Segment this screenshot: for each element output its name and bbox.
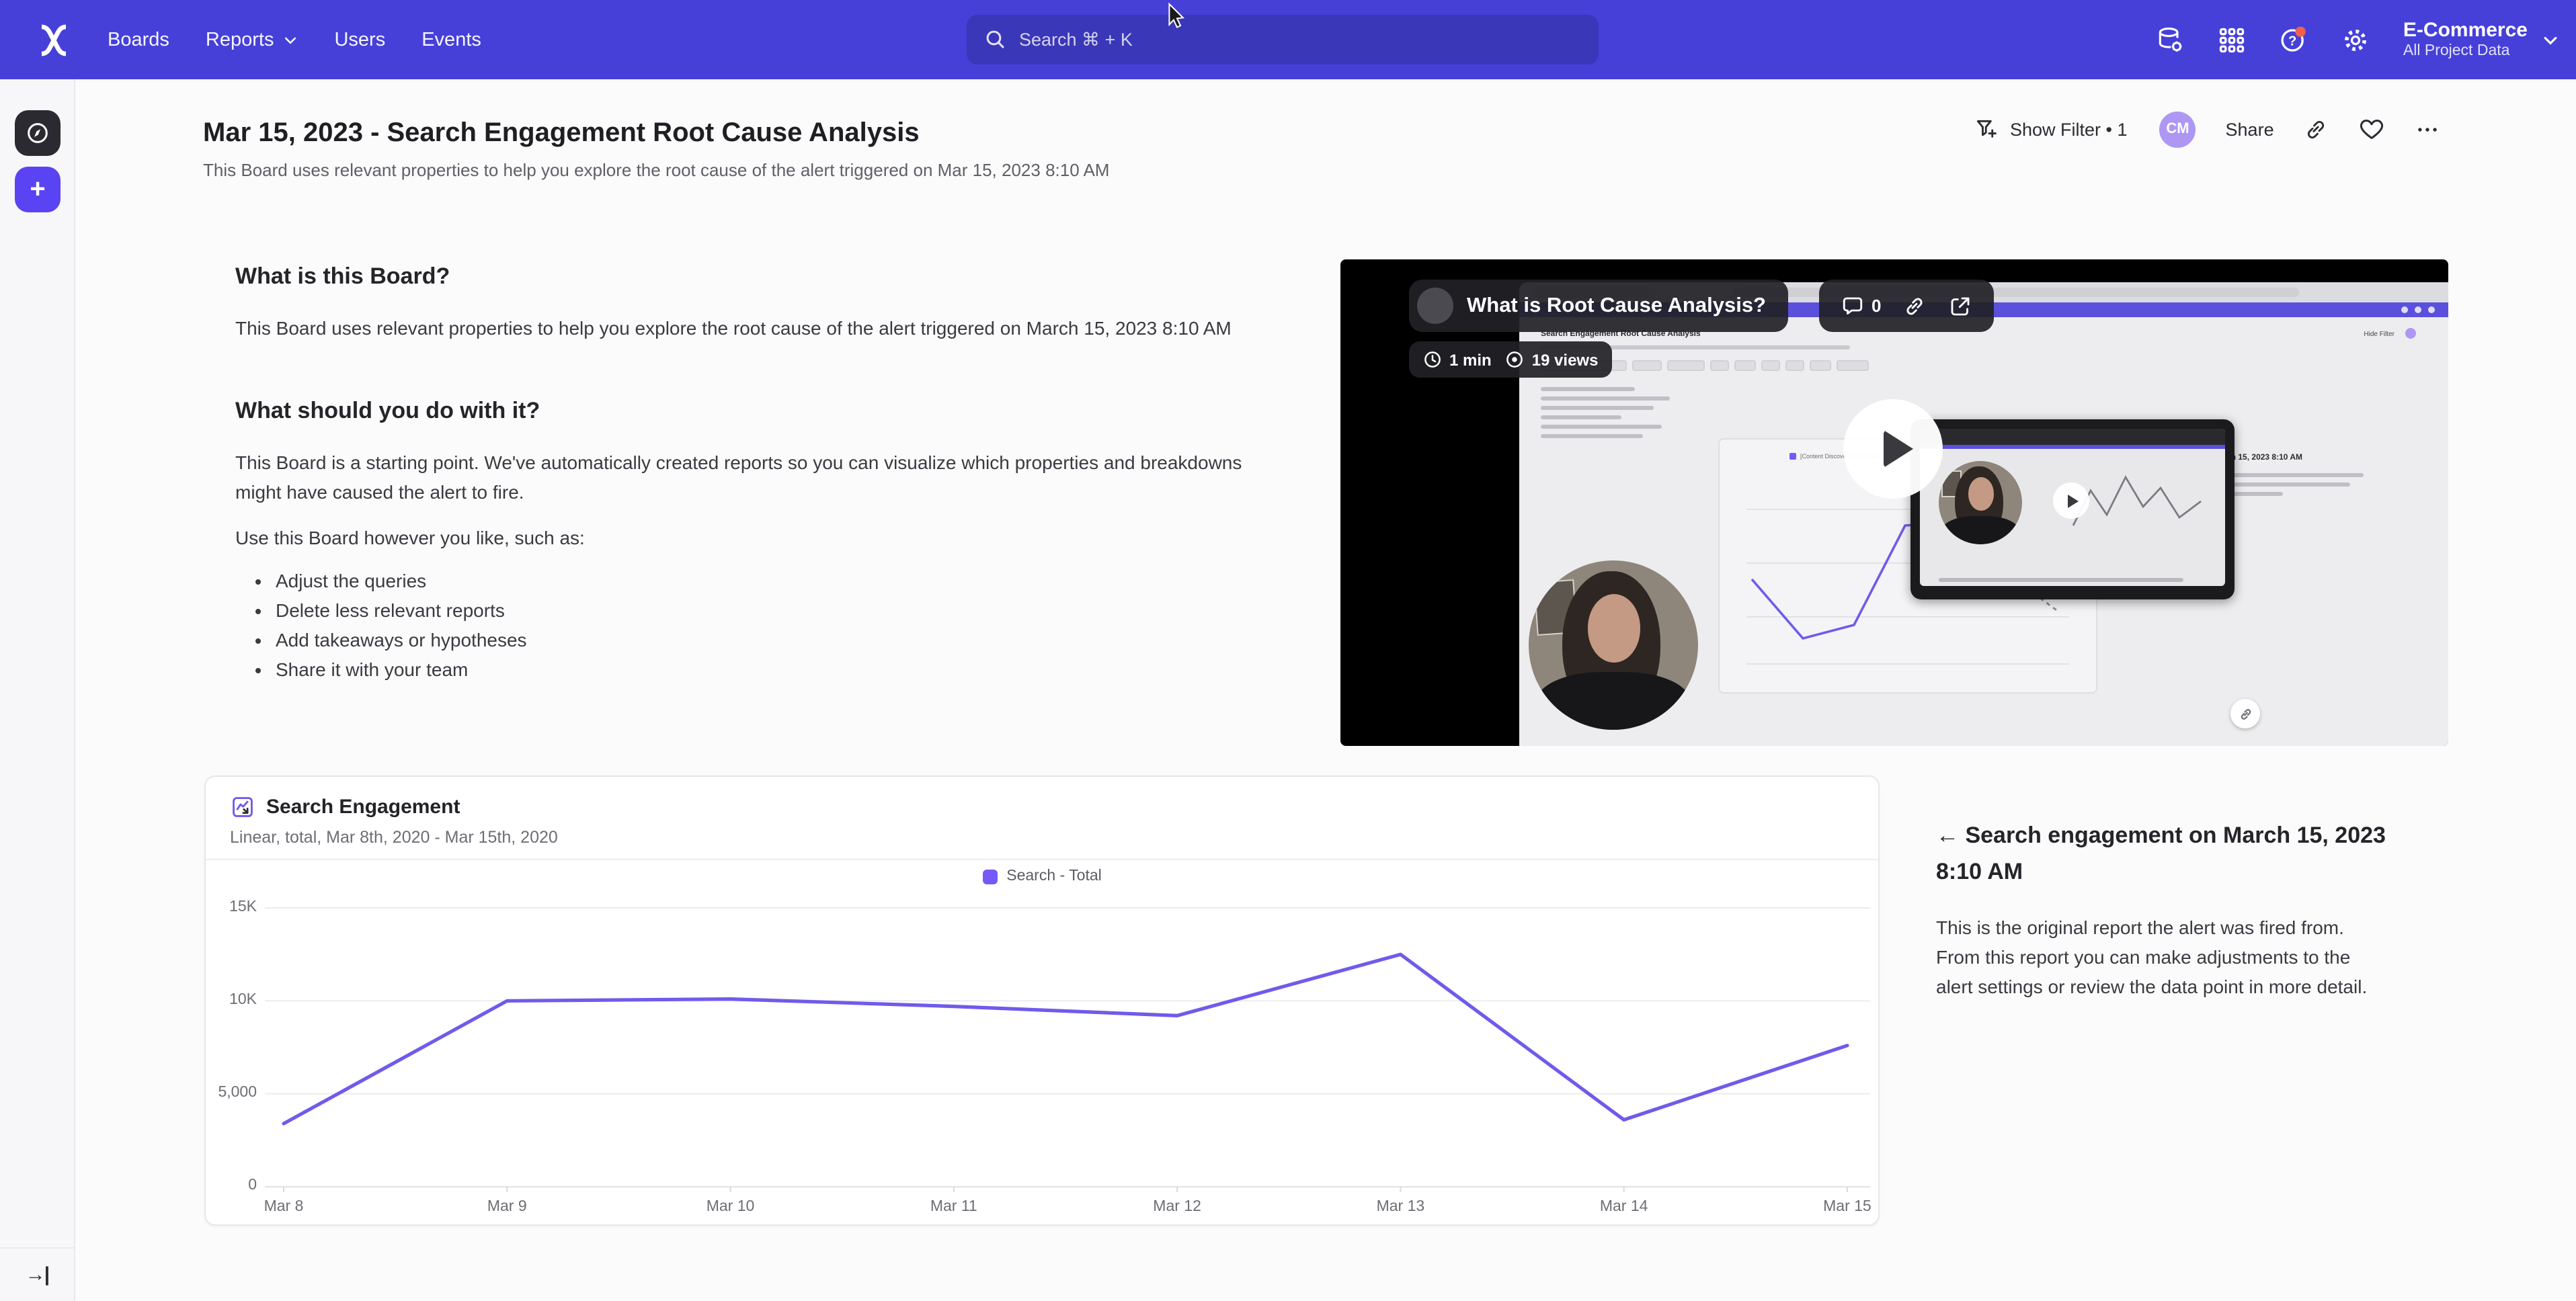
video-title-bar: What is Root Cause Analysis? (1409, 280, 1787, 332)
add-button[interactable]: + (15, 167, 61, 212)
board-actions: Show Filter • 1 CM Share (1974, 110, 2441, 148)
video-link-button[interactable] (1902, 294, 1927, 318)
bullet-item: Adjust the queries (276, 566, 1244, 595)
y-tick-label: 15K (206, 898, 257, 915)
nav-item-boards[interactable]: Boards (108, 29, 169, 50)
x-tick-label: Mar 13 (1346, 1199, 1454, 1215)
report-subtitle: Linear, total, Mar 8th, 2020 - Mar 15th,… (230, 828, 558, 847)
page-title: Mar 15, 2023 - Search Engagement Root Ca… (203, 118, 920, 149)
bullet-item: Share it with your team (276, 655, 1244, 684)
bullet-item: Delete less relevant reports (276, 595, 1244, 625)
data-management-icon[interactable] (2156, 25, 2185, 54)
compass-icon (24, 120, 51, 146)
nav-item-reports[interactable]: Reports (206, 29, 298, 50)
help-icon[interactable]: ? (2280, 25, 2309, 54)
settings-gear-icon[interactable] (2341, 25, 2371, 54)
plus-icon: + (30, 174, 45, 205)
section-body: This Board is a starting point. We've au… (235, 448, 1244, 507)
y-tick-label: 5,000 (206, 1085, 257, 1101)
x-tick-label: Mar 11 (900, 1199, 1008, 1215)
report-title[interactable]: Search Engagement (266, 796, 460, 819)
presenter-webcam (1529, 560, 1698, 730)
comment-count: 0 (1871, 296, 1881, 316)
nav-items: Boards Reports Users Events (108, 0, 481, 79)
svg-text:?: ? (2289, 33, 2297, 48)
x-tick-label: Mar 8 (230, 1199, 337, 1215)
video-player[interactable]: Search Engagement Root Cause Analysis Hi… (1340, 259, 2448, 746)
project-name: E-Commerce (2403, 19, 2528, 42)
video-duration: 1 min (1449, 350, 1492, 369)
video-views: 19 views (1532, 350, 1599, 369)
y-tick-label: 10K (206, 991, 257, 1007)
chevron-down-icon (282, 32, 298, 48)
y-tick-label: 0 (206, 1177, 257, 1193)
chevron-down-icon (2541, 30, 2560, 49)
legend-swatch (982, 869, 997, 884)
nav-right: ? E-Commerce All Project Data (2156, 0, 2560, 79)
x-tick-label: Mar 14 (1570, 1199, 1678, 1215)
x-tick-label: Mar 9 (453, 1199, 561, 1215)
thumb-hide-filter: Hide Filter (2364, 331, 2394, 339)
filter-plus-icon (1974, 116, 1999, 142)
board-nav-button[interactable] (15, 110, 61, 156)
section-body: This Board uses relevant properties to h… (235, 313, 1244, 343)
left-sidebar: + →| (0, 79, 75, 1301)
nav-item-events[interactable]: Events (421, 29, 481, 50)
video-avatar (1417, 288, 1453, 324)
app-root: Boards Reports Users Events Search ⌘ + K (0, 0, 2576, 1301)
project-scope: All Project Data (2403, 42, 2528, 60)
avatar[interactable]: CM (2160, 111, 2196, 147)
show-filter-button[interactable]: Show Filter • 1 (1974, 116, 2128, 142)
search-icon (984, 28, 1007, 51)
views-badge: 19 views (1505, 349, 1599, 370)
top-nav: Boards Reports Users Events Search ⌘ + K (0, 0, 2576, 79)
video-open-external-button[interactable] (1948, 294, 1972, 318)
x-tick-label: Mar 12 (1123, 1199, 1231, 1215)
show-filter-label: Show Filter • 1 (2010, 119, 2128, 139)
chart-legend[interactable]: Search - Total (206, 868, 1878, 884)
mixpanel-logo-icon[interactable] (35, 22, 73, 59)
board-description: What is this Board? This Board uses rele… (235, 263, 1244, 684)
section-title: What is this Board? (235, 263, 1244, 290)
alert-context-note: ← Search engagement on March 15, 2023 8:… (1936, 817, 2388, 1001)
mouse-cursor (1167, 3, 1190, 28)
expand-arrow-icon: →| (26, 1263, 48, 1286)
x-tick-label: Mar 10 (677, 1199, 784, 1215)
video-toolbar: 0 (1819, 280, 1994, 332)
copy-link-button[interactable] (2304, 116, 2329, 142)
video-comments-button[interactable]: 0 (1841, 294, 1881, 318)
nav-item-users[interactable]: Users (334, 29, 385, 50)
legend-label: Search - Total (1006, 868, 1102, 884)
pip-play-icon (2053, 482, 2089, 519)
apps-grid-icon[interactable] (2218, 25, 2247, 54)
aside-body: This is the original report the alert wa… (1936, 913, 2388, 1001)
share-button[interactable]: Share (2226, 119, 2274, 139)
bullet-list: Adjust the queriesDelete less relevant r… (235, 566, 1244, 684)
thumb-link-button (2230, 699, 2260, 728)
search-input[interactable]: Search ⌘ + K (967, 15, 1599, 65)
video-meta-bar: 1 min 19 views (1409, 341, 1611, 378)
project-selector[interactable]: E-Commerce All Project Data (2403, 19, 2560, 60)
search-placeholder: Search ⌘ + K (1019, 29, 1133, 50)
bullet-item: Add takeaways or hypotheses (276, 625, 1244, 655)
aside-heading: ← Search engagement on March 15, 2023 8:… (1936, 817, 2388, 890)
section-title: What should you do with it? (235, 398, 1244, 425)
more-options-button[interactable] (2415, 116, 2441, 142)
duration-badge: 1 min (1422, 349, 1492, 370)
report-card: Search Engagement Linear, total, Mar 8th… (204, 775, 1880, 1226)
play-button[interactable] (1843, 399, 1943, 499)
page-subtitle: This Board uses relevant properties to h… (203, 160, 1109, 180)
line-chart-icon (230, 794, 255, 820)
x-tick-label: Mar 15 (1794, 1199, 1901, 1215)
video-title: What is Root Cause Analysis? (1467, 294, 1766, 318)
list-intro: Use this Board however you like, such as… (235, 523, 1244, 552)
expand-sidebar-button[interactable]: →| (0, 1247, 74, 1301)
favorite-button[interactable] (2359, 116, 2386, 142)
